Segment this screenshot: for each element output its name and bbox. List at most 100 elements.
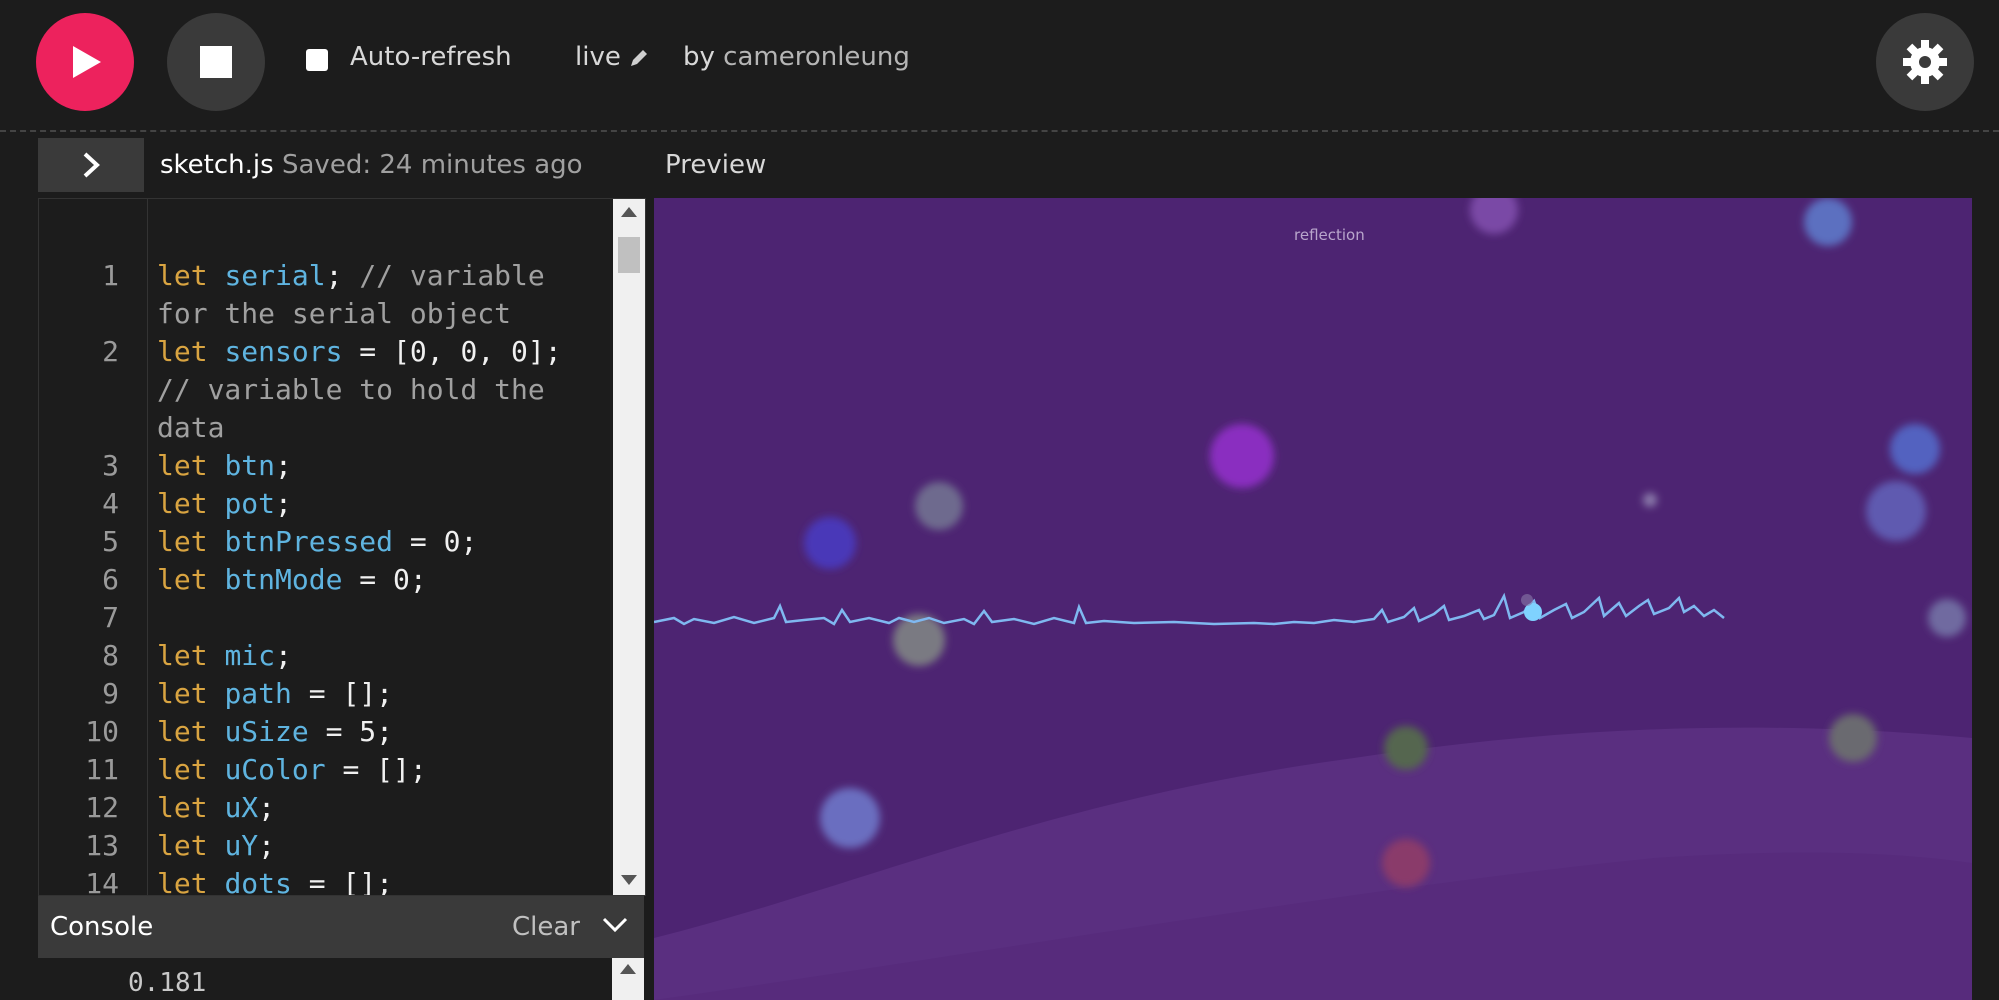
line-number: 6	[102, 563, 119, 596]
author-line: by cameronleung	[683, 42, 910, 72]
code-variable: mic	[224, 639, 276, 672]
sidebar-toggle-button[interactable]	[38, 138, 144, 192]
code-keyword: let	[157, 753, 208, 786]
code-text: let sensors = [0, 0, 0];	[157, 333, 562, 371]
code-text: let btnPressed = 0;	[157, 523, 477, 561]
code-variable: uX	[224, 791, 259, 824]
code-text: let uColor = [];	[157, 751, 427, 789]
code-text: let mic;	[157, 637, 292, 675]
line-number: 3	[102, 449, 119, 482]
line-number: 2	[102, 335, 119, 368]
pencil-icon[interactable]	[628, 47, 650, 73]
chevron-right-icon	[83, 152, 100, 178]
scroll-down-icon[interactable]	[621, 875, 637, 885]
console-title: Console	[50, 912, 154, 942]
code-keyword: let	[157, 791, 208, 824]
line-number: 9	[102, 677, 119, 710]
console-scrollbar[interactable]	[612, 958, 644, 1000]
code-text: let btn;	[157, 447, 292, 485]
editor-scrollbar[interactable]	[613, 199, 645, 895]
scroll-thumb[interactable]	[618, 237, 640, 273]
console-log-entry: 0.181	[128, 968, 207, 998]
play-button[interactable]	[36, 13, 134, 111]
stop-button[interactable]	[167, 13, 265, 111]
code-variable: btn	[224, 449, 276, 482]
code-keyword: let	[157, 829, 208, 862]
code-variable: sensors	[224, 335, 343, 368]
line-number: 4	[102, 487, 119, 520]
code-comment: data	[157, 411, 225, 444]
code-text: let uX;	[157, 789, 275, 827]
scroll-up-icon[interactable]	[621, 207, 637, 217]
by-prefix: by	[683, 42, 715, 72]
code-rest: ;	[258, 791, 276, 824]
code-keyword: let	[157, 563, 208, 596]
line-number: 10	[85, 715, 119, 748]
line-number: 1	[102, 259, 119, 292]
canvas-caption: reflection	[1294, 226, 1365, 244]
code-rest: ;	[275, 639, 292, 672]
code-rest: = [];	[291, 867, 394, 896]
settings-button[interactable]	[1876, 13, 1974, 111]
code-variable: btnMode	[224, 563, 343, 596]
code-text: data	[157, 409, 224, 447]
code-text: let uSize = 5;	[157, 713, 393, 751]
saved-status: Saved: 24 minutes ago	[282, 150, 583, 180]
code-variable: uY	[224, 829, 259, 862]
code-comment: // variable to hold the	[157, 373, 545, 406]
code-rest: = 0;	[342, 563, 427, 596]
play-icon	[73, 46, 101, 78]
code-rest: ;	[275, 487, 292, 520]
gear-icon	[1903, 40, 1947, 84]
line-number: 14	[85, 867, 119, 896]
code-comment: for the serial object	[157, 297, 512, 330]
code-text: let pot;	[157, 485, 292, 523]
code-variable: btnPressed	[224, 525, 394, 558]
preview-canvas[interactable]: reflection	[654, 198, 1972, 1000]
sketch-name[interactable]: live	[575, 42, 621, 72]
code-variable: serial	[224, 259, 326, 292]
line-number: 13	[85, 829, 119, 862]
code-keyword: let	[157, 715, 208, 748]
code-keyword: let	[157, 525, 208, 558]
code-rest: = [];	[291, 677, 394, 710]
code-keyword: let	[157, 259, 208, 292]
console-output: 0.181	[38, 958, 644, 1000]
line-number: 11	[85, 753, 119, 786]
auto-refresh-checkbox[interactable]	[306, 49, 328, 71]
line-number: 7	[102, 601, 119, 634]
code-variable: path	[224, 677, 292, 710]
auto-refresh-label[interactable]: Auto-refresh	[350, 42, 512, 72]
code-text: // variable to hold the	[157, 371, 545, 409]
code-rest: ;	[325, 259, 360, 292]
code-variable: uColor	[224, 753, 326, 786]
line-number: 12	[85, 791, 119, 824]
code-rest: ;	[275, 449, 292, 482]
code-rest: = 0;	[393, 525, 478, 558]
code-text: let serial; // variable	[157, 257, 545, 295]
code-variable: uSize	[224, 715, 309, 748]
author-link[interactable]: cameronleung	[723, 42, 910, 72]
code-variable: dots	[224, 867, 292, 896]
code-keyword: let	[157, 449, 208, 482]
code-keyword: let	[157, 639, 208, 672]
file-name[interactable]: sketch.js	[160, 150, 274, 180]
code-rest: = [];	[325, 753, 427, 786]
console-header: Console Clear	[38, 896, 644, 958]
code-text: let btnMode = 0;	[157, 561, 427, 599]
code-rest: = [0, 0, 0];	[342, 335, 562, 368]
stop-icon	[200, 46, 232, 78]
code-keyword: let	[157, 867, 208, 896]
code-variable: pot	[224, 487, 276, 520]
chevron-down-icon[interactable]	[600, 910, 630, 944]
sketch-canvas	[654, 198, 1972, 1000]
code-text: let uY;	[157, 827, 275, 865]
code-text: for the serial object	[157, 295, 511, 333]
line-number: 8	[102, 639, 119, 672]
clear-console-button[interactable]: Clear	[512, 912, 580, 942]
code-comment: // variable	[359, 259, 545, 292]
toolbar: Auto-refresh live by cameronleung	[0, 0, 1999, 132]
code-editor[interactable]: 1 let serial; // variable for the serial o…	[38, 198, 646, 896]
line-number: 5	[102, 525, 119, 558]
code-rest: = 5;	[308, 715, 394, 748]
